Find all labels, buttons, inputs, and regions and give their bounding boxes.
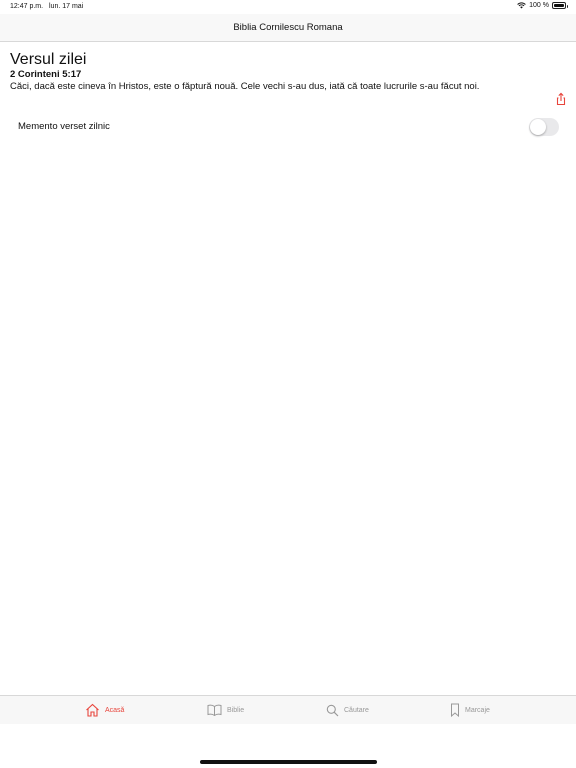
battery-icon [552, 2, 568, 9]
status-time: 12:47 p.m. [10, 3, 44, 10]
status-date: lun. 17 mai [49, 3, 84, 10]
status-right: 100 % [517, 2, 568, 9]
navigation-bar: Biblia Cornilescu Romana [0, 14, 576, 42]
battery-percent: 100 % [529, 2, 549, 9]
tab-search[interactable]: Căutare [326, 696, 369, 724]
share-icon [556, 92, 566, 106]
verse-text: Căci, dacă este cineva în Hristos, este … [10, 81, 480, 92]
bookmark-icon [451, 703, 459, 717]
search-icon [326, 704, 339, 716]
verse-reference: 2 Corinteni 5:17 [10, 69, 82, 80]
book-icon [207, 704, 222, 716]
status-bar: 12:47 p.m. lun. 17 mai 100 % [0, 0, 576, 14]
toggle-knob [530, 119, 546, 135]
tab-bible-label: Biblie [227, 706, 245, 714]
tab-home-label: Acasă [105, 706, 125, 714]
tab-search-label: Căutare [344, 706, 369, 714]
tab-bible[interactable]: Biblie [207, 696, 244, 724]
daily-reminder-row: Memento verset zilnic [0, 116, 576, 138]
tab-bar: Acasă Biblie Căutare Marcaje [0, 695, 576, 724]
tab-bookmarks-label: Marcaje [465, 706, 490, 714]
daily-reminder-label: Memento verset zilnic [18, 121, 110, 132]
screen: 12:47 p.m. lun. 17 mai 100 % Biblia Corn… [0, 0, 576, 768]
verse-of-day-heading: Versul zilei [10, 51, 87, 68]
page-title: Biblia Cornilescu Romana [233, 22, 343, 33]
share-button[interactable] [554, 92, 568, 106]
tab-bookmarks[interactable]: Marcaje [450, 696, 490, 724]
home-indicator[interactable] [200, 760, 377, 764]
tab-home[interactable]: Acasă [85, 696, 124, 724]
daily-reminder-toggle[interactable] [529, 118, 559, 136]
wifi-icon [517, 2, 526, 9]
home-icon [86, 703, 99, 717]
